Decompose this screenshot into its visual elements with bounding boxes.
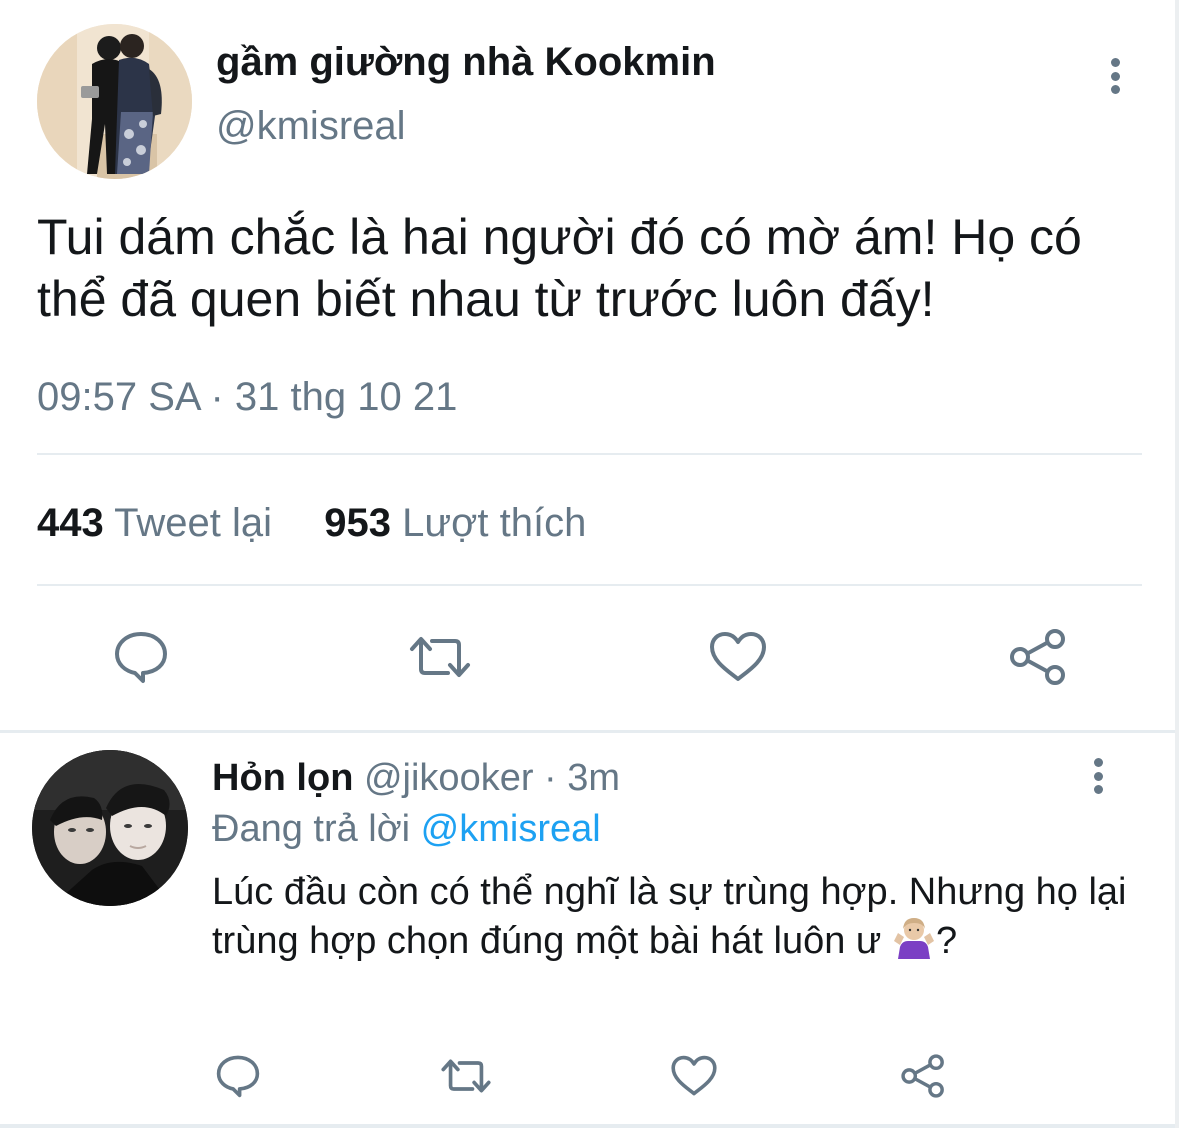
reply-tweet-share-button[interactable]	[896, 1050, 950, 1102]
reply-icon	[216, 1055, 260, 1098]
thread-separator	[0, 730, 1179, 733]
kebab-dot	[1110, 71, 1120, 81]
kebab-dot	[1093, 758, 1103, 767]
reply-tweet-retweet-button[interactable]	[437, 1050, 495, 1102]
main-tweet-more-options-icon[interactable]	[1106, 58, 1124, 94]
right-edge	[1175, 0, 1179, 1128]
reply-tweet-more-options-icon[interactable]	[1089, 758, 1107, 794]
replying-to-mention[interactable]: @kmisreal	[421, 808, 601, 850]
reply-tweet-body: Lúc đầu còn có thể nghĩ là sự trùng hợp.…	[212, 871, 1127, 962]
retweet-icon	[441, 1059, 491, 1093]
replying-to-line: Đang trả lời @kmisreal	[212, 806, 601, 852]
reply-tweet-reply-button[interactable]	[212, 1050, 264, 1102]
main-tweet-reply-button[interactable]	[108, 624, 174, 690]
share-icon	[1010, 629, 1065, 685]
divider	[37, 584, 1142, 586]
main-tweet-display-name[interactable]: gầm giường nhà Kookmin	[216, 38, 716, 86]
replying-to-prefix: Đang trả lời	[212, 808, 411, 850]
share-icon	[901, 1054, 944, 1098]
reply-tweet-avatar[interactable]	[32, 750, 188, 906]
retweets-count[interactable]: 443	[37, 501, 104, 545]
main-tweet-timestamp[interactable]: 09:57 SA · 31 thg 10 21	[37, 373, 457, 421]
main-tweet-retweet-button[interactable]	[404, 624, 476, 690]
kebab-dot	[1110, 58, 1120, 67]
main-tweet-text: Tui dám chắc là hai người đó có mờ ám! H…	[37, 209, 1082, 327]
reply-tweet-like-button[interactable]	[666, 1050, 722, 1102]
like-icon	[710, 632, 766, 681]
divider	[37, 453, 1142, 455]
kebab-dot	[1110, 85, 1120, 94]
reply-tweet-text-suffix: ?	[935, 920, 958, 962]
main-tweet-avatar[interactable]	[37, 24, 192, 179]
main-tweet-stats: 443 Tweet lại 953 Lượt thích	[37, 498, 586, 548]
main-tweet-like-button[interactable]	[704, 624, 772, 690]
main-tweet-share-button[interactable]	[1004, 624, 1072, 690]
reply-tweet-handle-time[interactable]: @jikooker · 3m	[364, 757, 620, 799]
retweet-icon	[410, 637, 470, 677]
likes-label[interactable]: Lượt thích	[402, 501, 586, 545]
likes-count[interactable]: 953	[324, 501, 391, 545]
avatar-photo	[32, 750, 188, 906]
like-icon	[671, 1055, 717, 1096]
reply-tweet-text: Lúc đầu còn có thể nghĩ là sự trùng hợp.…	[212, 869, 1132, 964]
kebab-dot	[1093, 785, 1103, 794]
person-shrugging-emoji	[892, 915, 936, 959]
kebab-dot	[1093, 771, 1103, 781]
main-tweet-handle[interactable]: @kmisreal	[216, 102, 406, 150]
avatar-photo	[37, 24, 192, 179]
retweets-label[interactable]: Tweet lại	[114, 501, 272, 545]
reply-icon	[115, 632, 167, 683]
bottom-divider	[0, 1124, 1179, 1128]
reply-tweet-header: Hỏn lọn @jikooker · 3m	[212, 755, 620, 801]
reply-tweet-display-name[interactable]: Hỏn lọn	[212, 757, 353, 799]
